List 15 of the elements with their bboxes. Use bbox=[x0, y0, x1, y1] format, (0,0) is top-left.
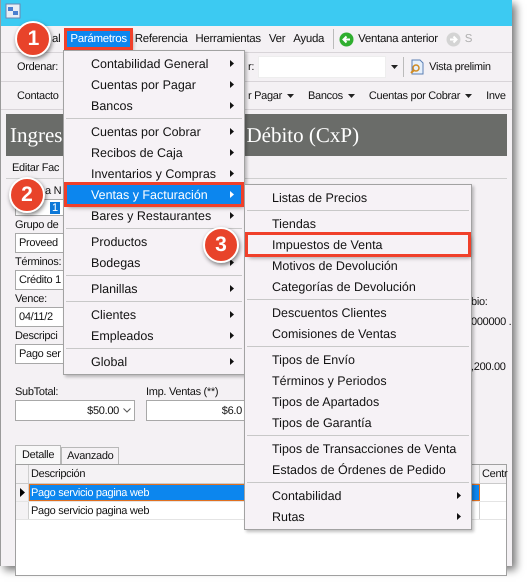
sort-label: Ordenar: bbox=[17, 61, 58, 73]
filter-label: r: bbox=[248, 61, 254, 73]
banner-title: Débito (CxP) bbox=[246, 122, 360, 148]
field-label: SubTotal: bbox=[15, 385, 58, 400]
field-value: 000000 . bbox=[471, 315, 512, 330]
field-label: Imp. Ventas (**) bbox=[146, 385, 218, 400]
field-label: a N bbox=[45, 184, 62, 199]
field-value: ,200.00 bbox=[471, 360, 507, 375]
step-badge: 2 bbox=[9, 176, 45, 212]
field-label: Vence: bbox=[15, 292, 47, 307]
field-label: Términos: bbox=[15, 255, 62, 270]
field-label: Grupo de bbox=[15, 218, 58, 233]
step-badge: 1 bbox=[15, 21, 52, 57]
field-label: Descripci bbox=[15, 329, 58, 344]
banner-title: Ingres bbox=[10, 122, 62, 148]
